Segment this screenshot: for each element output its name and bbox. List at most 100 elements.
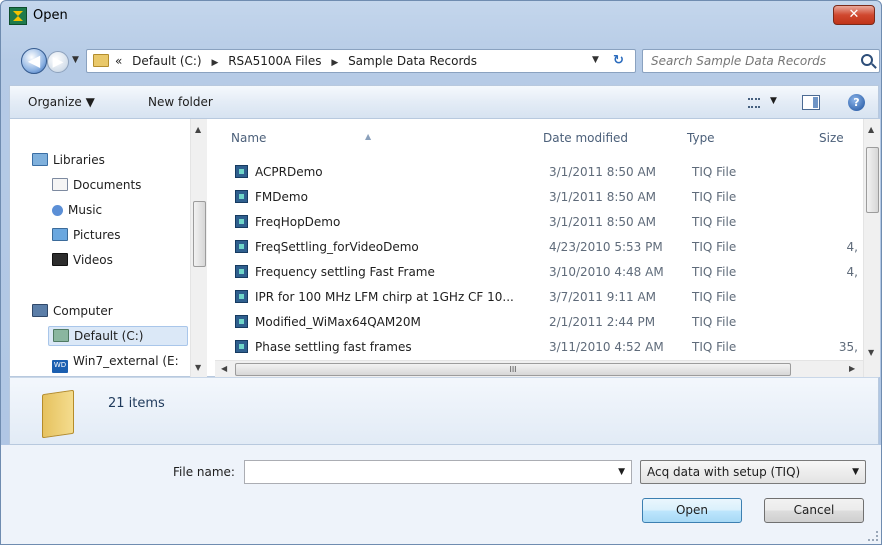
- tiq-file-icon: [235, 340, 248, 353]
- sidebar-item-pictures[interactable]: Pictures: [52, 228, 121, 242]
- file-type: TIQ File: [692, 240, 737, 254]
- libraries-icon: [32, 153, 48, 166]
- file-row[interactable]: ACPRDemo 3/1/2011 8:50 AM TIQ File: [233, 161, 853, 186]
- file-type: TIQ File: [692, 215, 737, 229]
- navigation-bar: ◀ ▶ ▼ « Default (C:) ▶ RSA5100A Files ▶ …: [1, 47, 881, 75]
- forward-button[interactable]: ▶: [47, 51, 69, 73]
- file-row[interactable]: FMDemo 3/1/2011 8:50 AM TIQ File: [233, 186, 853, 211]
- file-type: TIQ File: [692, 315, 737, 329]
- cancel-button[interactable]: Cancel: [764, 498, 864, 523]
- breadcrumb-item-sample-data[interactable]: Sample Data Records: [348, 54, 477, 68]
- refresh-icon[interactable]: ↻: [613, 53, 624, 68]
- file-date: 3/11/2010 4:52 AM: [549, 340, 664, 354]
- breadcrumb-item-rsa-files[interactable]: RSA5100A Files: [228, 54, 321, 68]
- close-button[interactable]: ✕: [833, 5, 875, 25]
- address-dropdown-icon[interactable]: ▼: [592, 55, 599, 65]
- column-header-size[interactable]: Size: [819, 131, 844, 145]
- app-icon: [9, 7, 27, 25]
- scroll-up-icon[interactable]: ▲: [195, 125, 201, 134]
- preview-pane-icon[interactable]: [802, 95, 820, 110]
- file-name: IPR for 100 MHz LFM chirp at 1GHz CF 10.…: [255, 290, 514, 304]
- breadcrumb-overflow[interactable]: «: [115, 54, 122, 68]
- file-row[interactable]: FreqSettling_forVideoDemo 4/23/2010 5:53…: [233, 236, 858, 261]
- file-list-vertical-scrollbar[interactable]: ▲ ▼: [863, 119, 880, 377]
- file-date: 3/1/2011 8:50 AM: [549, 190, 657, 204]
- sidebar-item-videos[interactable]: Videos: [52, 253, 113, 267]
- scroll-right-icon[interactable]: ▶: [849, 364, 855, 373]
- chevron-right-icon[interactable]: ▶: [331, 58, 338, 68]
- scroll-down-icon[interactable]: ▼: [868, 348, 874, 357]
- folder-icon: [42, 389, 74, 439]
- scrollbar-thumb[interactable]: [193, 201, 206, 267]
- sidebar-scrollbar[interactable]: ▲ ▼: [190, 119, 207, 377]
- open-dialog: Open ✕ ◀ ▶ ▼ « Default (C:) ▶ RSA5100A F…: [0, 0, 882, 545]
- chevron-down-icon[interactable]: ▼: [618, 467, 625, 477]
- back-button[interactable]: ◀: [21, 48, 47, 74]
- sidebar-item-label: Default (C:): [74, 329, 144, 343]
- file-type-selected: Acq data with setup (TIQ): [647, 465, 801, 479]
- tiq-file-icon: [235, 190, 248, 203]
- sidebar-item-label: Libraries: [53, 153, 105, 167]
- organize-button[interactable]: Organize ▼: [28, 95, 95, 109]
- file-name: Modified_WiMax64QAM20M: [255, 315, 421, 329]
- scroll-down-icon[interactable]: ▼: [195, 363, 201, 372]
- file-name-combobox[interactable]: ▼: [244, 460, 632, 484]
- sidebar-item-libraries[interactable]: Libraries: [32, 153, 105, 167]
- scroll-up-icon[interactable]: ▲: [868, 125, 874, 134]
- file-type-select[interactable]: Acq data with setup (TIQ) ▼: [640, 460, 866, 484]
- file-type: TIQ File: [692, 165, 737, 179]
- file-row[interactable]: Modified_WiMax64QAM20M 2/1/2011 2:44 PM …: [233, 311, 853, 336]
- scrollbar-thumb[interactable]: III: [235, 363, 791, 376]
- file-date: 3/1/2011 8:50 AM: [549, 215, 657, 229]
- file-type: TIQ File: [692, 190, 737, 204]
- chevron-down-icon[interactable]: ▼: [852, 467, 859, 477]
- open-button[interactable]: Open: [642, 498, 742, 523]
- file-date: 2/1/2011 2:44 PM: [549, 315, 656, 329]
- computer-icon: [32, 304, 48, 317]
- file-size: 4,: [846, 265, 858, 279]
- music-icon: [52, 205, 63, 216]
- sidebar-item-documents[interactable]: Documents: [52, 178, 141, 192]
- sidebar-item-win7-external[interactable]: WD Win7_external (E:: [52, 354, 179, 373]
- column-header-type[interactable]: Type: [687, 131, 715, 145]
- view-options-dropdown-icon[interactable]: ▼: [770, 96, 777, 106]
- file-name-input[interactable]: [249, 464, 599, 478]
- search-icon[interactable]: [861, 54, 873, 66]
- command-bar: Organize ▼ New folder ▼ ?: [9, 85, 879, 119]
- change-view-icon[interactable]: [748, 98, 760, 108]
- sidebar-item-computer[interactable]: Computer: [32, 304, 113, 318]
- file-list-pane: Name ▲ Date modified Type Size ACPRDemo …: [215, 119, 880, 377]
- file-size: 35,: [838, 340, 858, 354]
- column-header-date[interactable]: Date modified: [543, 131, 628, 145]
- file-row[interactable]: IPR for 100 MHz LFM chirp at 1GHz CF 10.…: [233, 286, 853, 311]
- file-size: 4,: [846, 240, 858, 254]
- file-row[interactable]: FreqHopDemo 3/1/2011 8:50 AM TIQ File: [233, 211, 853, 236]
- sidebar-item-label: Pictures: [73, 228, 121, 242]
- pictures-icon: [52, 228, 68, 241]
- sidebar-item-default-drive[interactable]: Default (C:): [48, 326, 188, 346]
- file-row[interactable]: Phase settling fast frames 3/11/2010 4:5…: [233, 336, 858, 361]
- file-row[interactable]: Frequency settling Fast Frame 3/10/2010 …: [233, 261, 858, 286]
- file-name: Frequency settling Fast Frame: [255, 265, 435, 279]
- recent-pages-dropdown-icon[interactable]: ▼: [72, 55, 79, 65]
- folder-icon: [93, 54, 109, 67]
- search-box[interactable]: [642, 49, 880, 73]
- file-name-label: File name:: [173, 465, 235, 479]
- breadcrumb-item-drive[interactable]: Default (C:): [132, 54, 201, 68]
- address-bar[interactable]: « Default (C:) ▶ RSA5100A Files ▶ Sample…: [86, 49, 636, 73]
- search-input[interactable]: [651, 53, 851, 69]
- help-icon[interactable]: ?: [848, 94, 865, 111]
- chevron-right-icon[interactable]: ▶: [211, 58, 218, 68]
- sidebar-item-label: Win7_external (E:: [73, 354, 179, 368]
- file-list-horizontal-scrollbar[interactable]: ◀ III ▶: [215, 360, 863, 377]
- column-header-name[interactable]: Name ▲: [231, 131, 371, 145]
- scrollbar-thumb[interactable]: [866, 147, 879, 213]
- new-folder-button[interactable]: New folder: [148, 95, 213, 109]
- file-date: 3/10/2010 4:48 AM: [549, 265, 664, 279]
- resize-grip[interactable]: [868, 531, 878, 541]
- file-name: FreqHopDemo: [255, 215, 341, 229]
- file-name: FMDemo: [255, 190, 308, 204]
- sidebar-item-music[interactable]: Music: [52, 203, 102, 217]
- tiq-file-icon: [235, 240, 248, 253]
- scroll-left-icon[interactable]: ◀: [221, 364, 227, 373]
